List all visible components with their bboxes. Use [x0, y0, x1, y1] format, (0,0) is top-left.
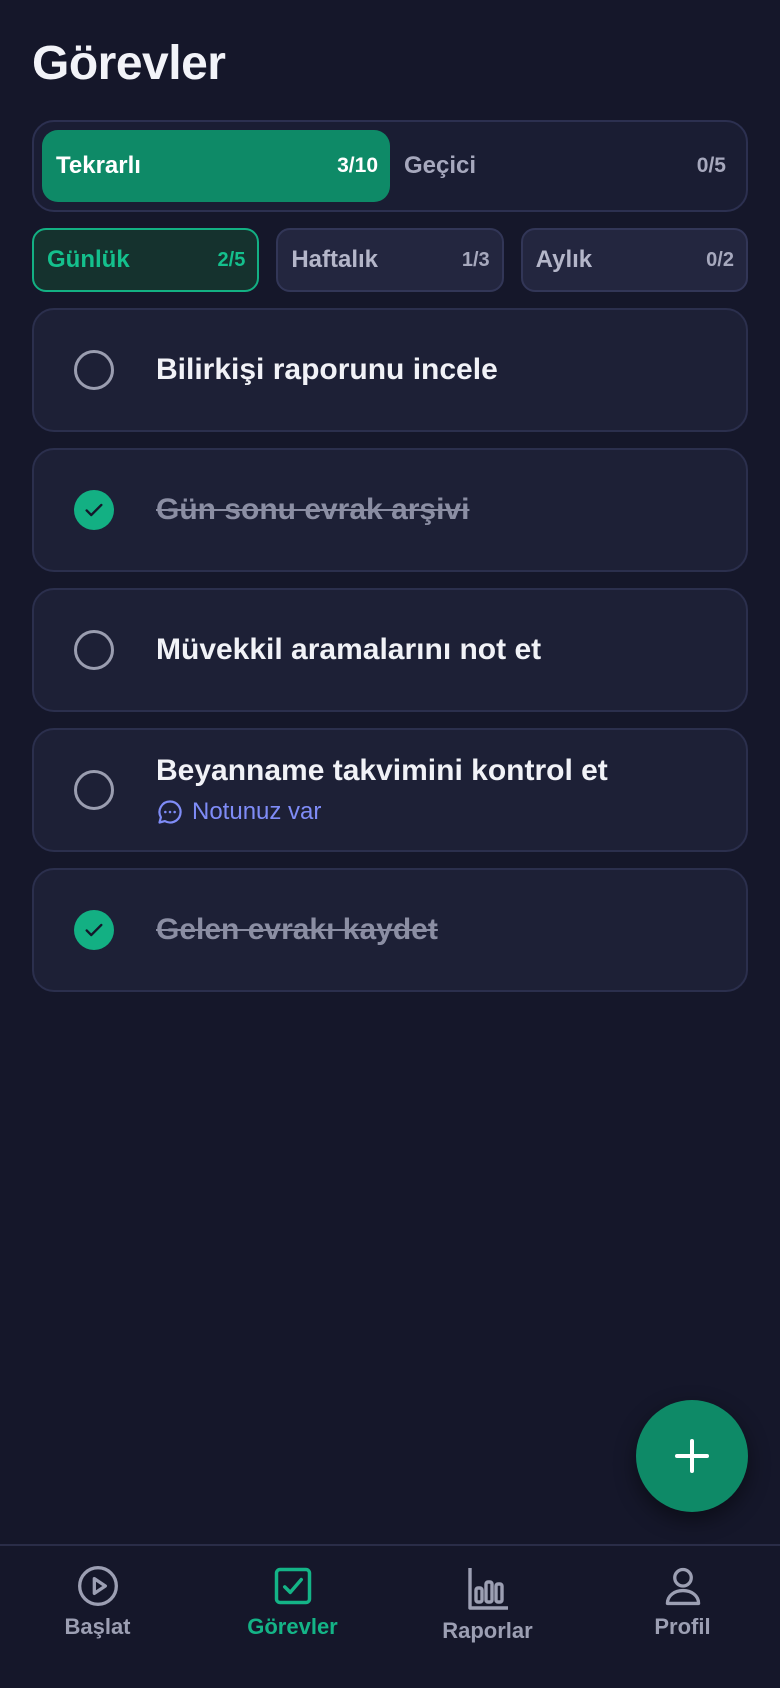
segment-tab-temporary[interactable]: Geçici 0/5 [390, 130, 738, 202]
task-title: Müvekkil aramalarını not et [156, 633, 542, 666]
period-chip-count: 2/5 [217, 248, 246, 271]
task-title: Gelen evrakı kaydet [156, 913, 438, 946]
nav-label: Görevler [247, 1614, 338, 1639]
period-chip-monthly[interactable]: Aylık 0/2 [520, 228, 748, 292]
tasks-screen: Görevler Tekrarlı 3/10 Geçici 0/5 Günlük… [0, 0, 780, 1688]
checkbox-icon [274, 1567, 311, 1605]
chat-bubble-icon [158, 800, 182, 824]
task-item[interactable]: Gün sonu evrak arşivi [32, 448, 748, 572]
task-title: Beyanname takvimini kontrol et [156, 754, 608, 787]
nav-item-reports[interactable]: Raporlar [390, 1546, 585, 1688]
task-item[interactable]: Beyanname takvimini kontrol et Notunuz v… [32, 728, 748, 852]
nav-item-profile[interactable]: Profil [585, 1546, 780, 1688]
task-title: Gün sonu evrak arşivi [156, 493, 470, 526]
task-checkbox[interactable] [74, 350, 114, 390]
nav-item-start[interactable]: Başlat [0, 1546, 195, 1688]
period-chip-label: Aylık [535, 246, 593, 273]
period-chip-label: Günlük [47, 246, 130, 273]
period-chip-count: 1/3 [461, 248, 490, 271]
task-list: Bilirkişi raporunu incele Gün sonu evrak… [32, 308, 748, 1008]
task-checkbox[interactable] [74, 630, 114, 670]
segment-tab-count: 0/5 [696, 154, 726, 177]
task-note-label: Notunuz var [192, 798, 322, 825]
period-filter: Günlük 2/5 Haftalık 1/3 Aylık 0/2 [32, 228, 748, 292]
task-item[interactable]: Gelen evrakı kaydet [32, 868, 748, 992]
checkmark-icon [85, 923, 103, 937]
period-chip-weekly[interactable]: Haftalık 1/3 [276, 228, 504, 292]
task-checkbox[interactable] [74, 490, 114, 530]
play-circle-icon [77, 1566, 118, 1606]
task-item[interactable]: Müvekkil aramalarını not et [32, 588, 748, 712]
task-checkbox[interactable] [74, 910, 114, 950]
plus-icon [675, 1439, 709, 1473]
segment-tab-label: Tekrarlı [56, 152, 141, 179]
nav-label: Profil [654, 1614, 711, 1639]
task-checkbox[interactable] [74, 770, 114, 810]
bottom-navigation: Başlat Görevler Raporlar Profil [0, 1544, 780, 1688]
period-chip-daily[interactable]: Günlük 2/5 [32, 228, 260, 292]
checkmark-icon [85, 503, 103, 517]
bar-chart-icon [467, 1568, 508, 1610]
nav-item-tasks[interactable]: Görevler [195, 1546, 390, 1688]
period-chip-label: Haftalık [291, 246, 379, 273]
segment-tab-label: Geçici [404, 152, 477, 179]
page-title: Görevler [32, 37, 226, 90]
segment-tab-recurring[interactable]: Tekrarlı 3/10 [42, 130, 390, 202]
task-title: Bilirkişi raporunu incele [156, 353, 498, 386]
user-icon [665, 1567, 700, 1606]
task-note-indicator[interactable]: Notunuz var [156, 798, 608, 826]
nav-label: Raporlar [442, 1618, 533, 1643]
segment-tab-count: 3/10 [337, 154, 378, 177]
add-task-button[interactable] [636, 1400, 748, 1512]
nav-label: Başlat [64, 1614, 131, 1639]
task-type-segment: Tekrarlı 3/10 Geçici 0/5 [32, 120, 748, 212]
period-chip-count: 0/2 [706, 248, 734, 271]
task-item[interactable]: Bilirkişi raporunu incele [32, 308, 748, 432]
